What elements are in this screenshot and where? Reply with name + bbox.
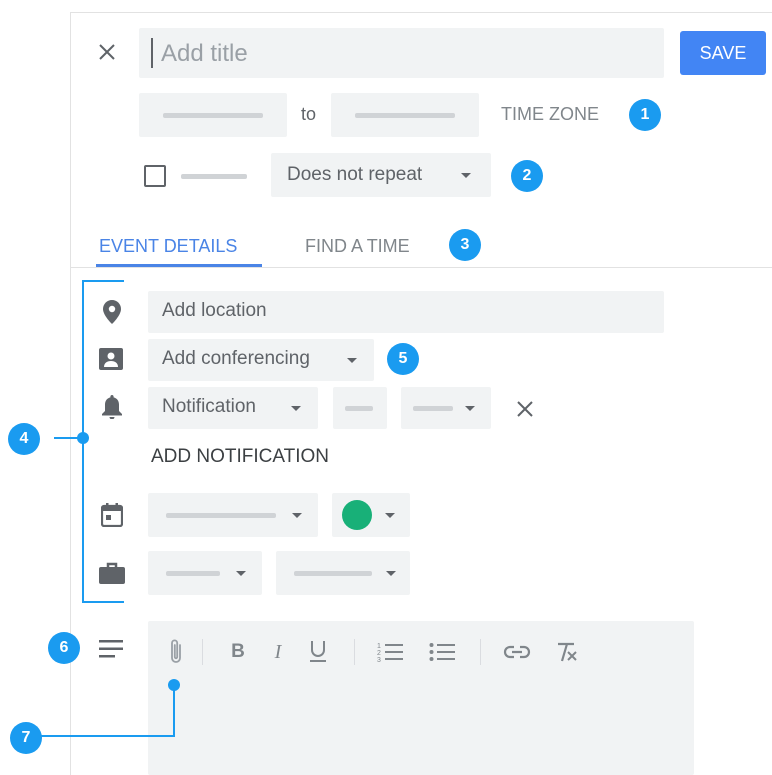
- conferencing-icon: [97, 345, 125, 373]
- svg-text:1: 1: [377, 643, 381, 650]
- close-icon[interactable]: [93, 38, 121, 66]
- event-color-dropdown[interactable]: [332, 493, 410, 537]
- location-pin-icon: [99, 299, 125, 325]
- title-input[interactable]: Add title: [139, 28, 664, 78]
- callout-badge-1: 1: [629, 99, 661, 131]
- briefcase-icon: [97, 559, 127, 587]
- notification-type-dropdown[interactable]: Notification: [148, 387, 318, 429]
- chevron-down-icon: [291, 406, 301, 411]
- save-button[interactable]: SAVE: [680, 31, 766, 75]
- chevron-down-icon: [386, 571, 396, 576]
- all-day-checkbox[interactable]: [144, 165, 166, 187]
- repeat-value: Does not repeat: [287, 164, 423, 185]
- chevron-down-icon: [292, 513, 302, 518]
- bell-icon: [98, 393, 126, 421]
- tabs-divider: [71, 267, 772, 268]
- description-editor[interactable]: B I 123: [148, 621, 694, 775]
- end-date-field[interactable]: [331, 93, 479, 137]
- toolbar-divider: [354, 639, 355, 665]
- callout-4-dot: [77, 432, 89, 444]
- callout-badge-5: 5: [387, 343, 419, 375]
- description-icon: [97, 637, 125, 661]
- remove-notification-icon[interactable]: [511, 395, 539, 423]
- callout-7-horizontal: [40, 735, 175, 737]
- callout-7-vertical: [173, 685, 175, 737]
- notification-amount-field[interactable]: [333, 387, 387, 429]
- link-icon[interactable]: [502, 639, 532, 665]
- availability-dropdown[interactable]: [148, 551, 262, 595]
- conferencing-dropdown[interactable]: Add conferencing: [148, 339, 374, 381]
- toolbar-divider: [480, 639, 481, 665]
- event-editor-panel: Add title SAVE to TIME ZONE 1 Does not r…: [70, 12, 772, 775]
- all-day-label-placeholder: [181, 174, 247, 179]
- italic-icon[interactable]: I: [266, 639, 290, 665]
- start-date-field[interactable]: [139, 93, 287, 137]
- to-label: to: [301, 104, 317, 124]
- chevron-down-icon: [347, 358, 357, 363]
- chevron-down-icon: [461, 173, 471, 178]
- editor-toolbar: B I 123: [148, 633, 694, 669]
- callout-4-bracket-bottom: [82, 601, 124, 603]
- callout-badge-7: 7: [10, 722, 42, 754]
- callout-badge-6: 6: [48, 632, 80, 664]
- chevron-down-icon: [385, 513, 395, 518]
- add-notification-button[interactable]: ADD NOTIFICATION: [151, 446, 329, 468]
- toolbar-divider: [202, 639, 203, 665]
- svg-text:3: 3: [377, 657, 381, 663]
- bold-icon[interactable]: B: [226, 639, 250, 665]
- clear-format-icon[interactable]: [552, 638, 580, 666]
- event-color-swatch: [342, 500, 372, 530]
- numbered-list-icon[interactable]: 123: [376, 639, 404, 665]
- location-input[interactable]: Add location: [148, 291, 664, 333]
- calendar-select-dropdown[interactable]: [148, 493, 318, 537]
- attach-icon[interactable]: [162, 637, 190, 667]
- underline-icon[interactable]: [306, 637, 330, 665]
- chevron-down-icon: [465, 406, 475, 411]
- text-cursor: [151, 38, 153, 68]
- notification-unit-dropdown[interactable]: [401, 387, 491, 429]
- location-placeholder: Add location: [162, 300, 267, 321]
- visibility-dropdown[interactable]: [276, 551, 410, 595]
- callout-badge-2: 2: [511, 160, 543, 192]
- tab-find-a-time[interactable]: FIND A TIME: [305, 236, 410, 257]
- callout-badge-4: 4: [8, 423, 40, 455]
- svg-text:2: 2: [377, 650, 381, 657]
- conferencing-label: Add conferencing: [162, 348, 310, 369]
- repeat-dropdown[interactable]: Does not repeat: [271, 153, 491, 197]
- save-label: SAVE: [699, 42, 747, 63]
- notification-label: Notification: [162, 396, 256, 417]
- tab-event-details[interactable]: EVENT DETAILS: [99, 236, 237, 257]
- bulleted-list-icon[interactable]: [428, 639, 456, 665]
- title-placeholder: Add title: [161, 40, 248, 67]
- calendar-icon: [98, 501, 126, 529]
- callout-4-bracket-top: [82, 280, 124, 282]
- chevron-down-icon: [236, 571, 246, 576]
- callout-badge-3: 3: [449, 229, 481, 261]
- timezone-button[interactable]: TIME ZONE: [501, 104, 599, 125]
